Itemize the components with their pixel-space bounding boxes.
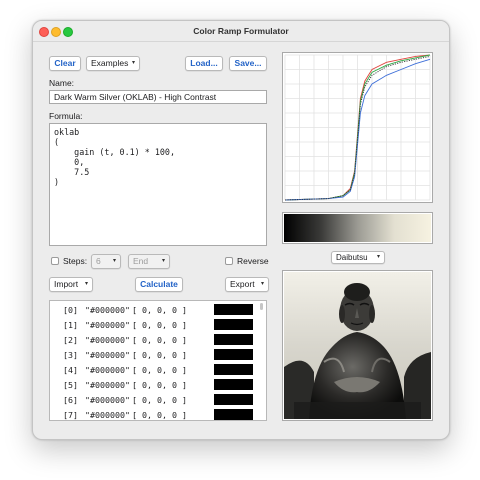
row-rgb-value: [ 0, 0, 0 ] xyxy=(132,305,187,315)
name-label: Name: xyxy=(49,78,75,88)
chevron-down-icon: ▾ xyxy=(260,281,264,287)
end-dropdown[interactable]: End ▾ xyxy=(128,254,170,269)
row-hex-value: "#000000" xyxy=(85,305,130,315)
table-row[interactable]: [0] "#000000"[ 0, 0, 0 ] xyxy=(50,302,255,317)
calculate-button[interactable]: Calculate xyxy=(135,277,183,292)
name-field[interactable]: Dark Warm Silver (OKLAB) - High Contrast xyxy=(49,90,267,104)
buddha-preview-image xyxy=(284,272,431,419)
row-hex-value: "#000000" xyxy=(85,380,130,390)
window-title: Color Ramp Formulator xyxy=(193,26,289,36)
chevron-down-icon: ▾ xyxy=(84,281,88,287)
table-row[interactable]: [1] "#000000"[ 0, 0, 0 ] xyxy=(50,317,255,332)
results-table[interactable]: [0] "#000000"[ 0, 0, 0 ] [1] "#000000"[ 0, … xyxy=(49,300,267,421)
row-rgb-value: [ 0, 0, 0 ] xyxy=(132,410,187,420)
table-row[interactable]: [6] "#000000"[ 0, 0, 0 ] xyxy=(50,392,255,407)
formula-editor[interactable]: oklab ( gain (t, 0.1) * 100, 0, 7.5 ) xyxy=(49,123,267,246)
load-button[interactable]: Load... xyxy=(185,56,223,71)
row-index: [2] xyxy=(63,335,78,345)
export-label: Export xyxy=(230,279,255,289)
row-index: [1] xyxy=(63,320,78,330)
image-selector-dropdown[interactable]: Daibutsu ▾ xyxy=(331,251,385,264)
row-color-swatch xyxy=(214,394,253,405)
row-hex-value: "#000000" xyxy=(85,365,130,375)
reverse-checkbox[interactable] xyxy=(225,257,233,265)
row-rgb-value: [ 0, 0, 0 ] xyxy=(132,380,187,390)
steps-label: Steps: xyxy=(63,256,88,266)
app-window: Color Ramp Formulator Clear Examples ▾ L… xyxy=(32,20,450,440)
row-color-swatch xyxy=(214,334,253,345)
row-color-swatch xyxy=(214,379,253,390)
row-index: [5] xyxy=(63,380,78,390)
examples-label: Examples xyxy=(91,58,129,68)
formula-label: Formula: xyxy=(49,111,83,121)
row-index: [7] xyxy=(63,410,78,420)
steps-value: 6 xyxy=(96,256,101,266)
title-bar: Color Ramp Formulator xyxy=(33,21,449,42)
row-color-swatch xyxy=(214,409,253,420)
row-hex-value: "#000000" xyxy=(85,395,130,405)
row-color-swatch xyxy=(214,364,253,375)
curves-chart xyxy=(284,54,431,201)
clear-button[interactable]: Clear xyxy=(49,56,81,71)
chevron-down-icon: ▾ xyxy=(112,258,116,264)
row-hex-value: "#000000" xyxy=(85,320,130,330)
row-color-swatch xyxy=(214,349,253,360)
export-dropdown[interactable]: Export ▾ xyxy=(225,277,269,292)
import-label: Import xyxy=(54,279,79,289)
row-rgb-value: [ 0, 0, 0 ] xyxy=(132,350,187,360)
table-row[interactable]: [7] "#000000"[ 0, 0, 0 ] xyxy=(50,407,255,420)
row-index: [4] xyxy=(63,365,78,375)
chevron-down-icon: ▾ xyxy=(131,60,135,66)
reverse-label: Reverse xyxy=(237,256,269,266)
table-scrollbar[interactable] xyxy=(259,302,265,419)
table-row[interactable]: [4] "#000000"[ 0, 0, 0 ] xyxy=(50,362,255,377)
scrollbar-thumb[interactable] xyxy=(260,303,263,310)
steps-dropdown[interactable]: 6 ▾ xyxy=(91,254,121,269)
row-index: [0] xyxy=(63,305,78,315)
row-hex-value: "#000000" xyxy=(85,335,130,345)
ramp-preview-panel xyxy=(282,212,433,244)
preview-image-panel xyxy=(282,270,433,421)
row-rgb-value: [ 0, 0, 0 ] xyxy=(132,320,187,330)
curves-chart-panel xyxy=(282,52,433,203)
chevron-down-icon: ▾ xyxy=(376,254,380,260)
row-color-swatch xyxy=(214,304,253,315)
color-ramp-preview xyxy=(284,214,431,242)
row-hex-value: "#000000" xyxy=(85,410,130,420)
table-row[interactable]: [2] "#000000"[ 0, 0, 0 ] xyxy=(50,332,255,347)
save-button[interactable]: Save... xyxy=(229,56,267,71)
steps-checkbox[interactable] xyxy=(51,257,59,265)
table-row[interactable]: [5] "#000000"[ 0, 0, 0 ] xyxy=(50,377,255,392)
row-index: [6] xyxy=(63,395,78,405)
row-index: [3] xyxy=(63,350,78,360)
row-rgb-value: [ 0, 0, 0 ] xyxy=(132,335,187,345)
row-color-swatch xyxy=(214,319,253,330)
table-row[interactable]: [3] "#000000"[ 0, 0, 0 ] xyxy=(50,347,255,362)
import-dropdown[interactable]: Import ▾ xyxy=(49,277,93,292)
row-rgb-value: [ 0, 0, 0 ] xyxy=(132,365,187,375)
image-selector-value: Daibutsu xyxy=(336,253,368,262)
row-hex-value: "#000000" xyxy=(85,350,130,360)
end-value: End xyxy=(133,256,149,266)
chevron-down-icon: ▾ xyxy=(161,258,165,264)
row-rgb-value: [ 0, 0, 0 ] xyxy=(132,395,187,405)
examples-dropdown[interactable]: Examples ▾ xyxy=(86,56,140,71)
